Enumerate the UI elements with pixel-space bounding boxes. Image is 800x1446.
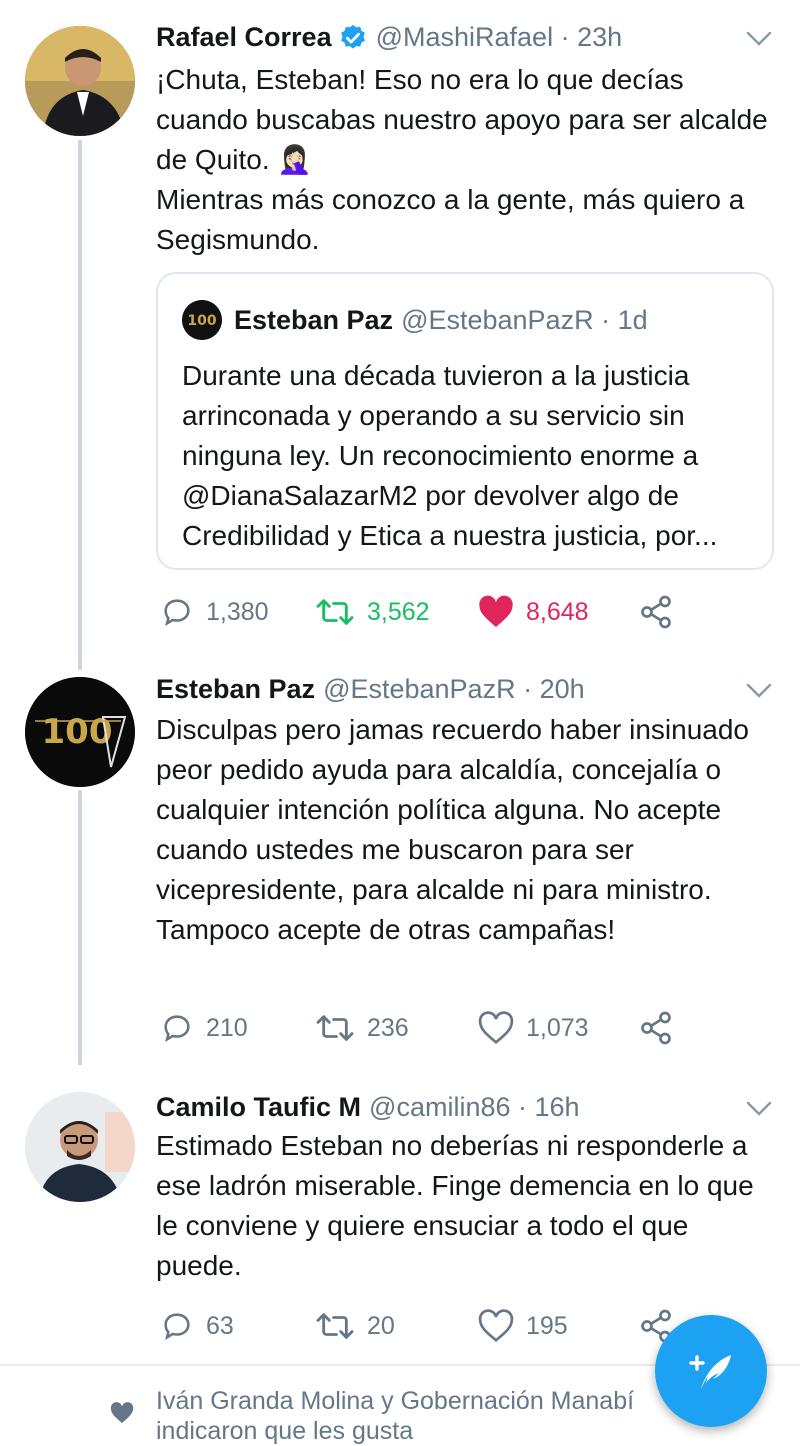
tweet-text: ¡Chuta, Esteban! Eso no era lo que decía… [156, 60, 776, 260]
tweet-actions: 1,380 3,562 8,648 [160, 592, 720, 632]
like-button[interactable]: 1,073 [478, 1008, 589, 1048]
retweet-button[interactable]: 236 [315, 1008, 409, 1048]
share-icon [641, 1011, 671, 1045]
retweet-icon [316, 599, 354, 625]
like-count: 195 [526, 1311, 568, 1340]
retweet-icon [316, 1015, 354, 1041]
quoted-text: Durante una década tuvieron a la justici… [182, 360, 718, 551]
author-handle: @MashiRafael · 23h [375, 22, 623, 52]
compose-icon [689, 1355, 731, 1389]
reply-count: 1,380 [206, 597, 269, 626]
quoted-header: 100 Esteban Paz @EstebanPazR · 1d [182, 300, 648, 340]
reply-count: 210 [206, 1013, 248, 1042]
like-icon [478, 1011, 514, 1044]
tweet-rafael-correa[interactable]: Rafael Correa @MashiRafael · 23h ¡Chuta,… [0, 0, 800, 670]
likes-notice-text: Iván Granda Molina y Gobernación Manabí … [156, 1387, 635, 1445]
reply-icon [164, 1015, 190, 1042]
retweet-count: 3,562 [367, 597, 430, 626]
like-button[interactable]: 8,648 [478, 592, 589, 632]
tweet-text: Estimado Esteban no deberías ni responde… [156, 1130, 754, 1281]
heart-small-icon [110, 1402, 134, 1423]
retweet-icon [316, 1313, 354, 1339]
like-count: 1,073 [526, 1013, 589, 1042]
retweet-button[interactable]: 3,562 [315, 592, 430, 632]
share-button[interactable] [638, 1008, 686, 1048]
verified-icon [340, 24, 365, 49]
author-handle: @EstebanPazR · 20h [323, 674, 585, 704]
retweet-count: 236 [367, 1013, 409, 1042]
author-name[interactable]: Camilo Taufic M [156, 1092, 361, 1123]
tweet-camilo-taufic[interactable]: Camilo Taufic M @camilin86 · 16h Estimad… [0, 1070, 800, 1366]
author-name[interactable]: Rafael Correa [156, 22, 332, 53]
tweet-header: Camilo Taufic M @camilin86 · 16h [156, 1092, 580, 1123]
tweet-text: Disculpas pero jamas recuerdo haber insi… [156, 714, 750, 945]
quoted-tweet[interactable]: 100 Esteban Paz @EstebanPazR · 1d Durant… [156, 272, 774, 570]
share-icon [641, 595, 671, 629]
reply-icon [164, 599, 190, 626]
reply-button[interactable]: 210 [160, 1008, 248, 1048]
caret-down-icon[interactable] [746, 1100, 772, 1118]
like-button[interactable]: 195 [478, 1306, 568, 1346]
svg-text:100: 100 [187, 313, 216, 329]
tweet-header: Esteban Paz @EstebanPazR · 20h [156, 674, 585, 705]
share-button[interactable] [638, 592, 686, 632]
tweet-esteban-paz[interactable]: 100 Esteban Paz @EstebanPazR · 20h Discu… [0, 652, 800, 1082]
retweet-button[interactable]: 20 [315, 1306, 395, 1346]
reply-button[interactable]: 1,380 [160, 592, 269, 632]
reply-icon [164, 1313, 190, 1340]
caret-down-icon[interactable] [746, 682, 772, 700]
reply-count: 63 [206, 1311, 234, 1340]
avatar[interactable]: 100 [25, 677, 135, 787]
reply-button[interactable]: 63 [160, 1306, 234, 1346]
tweet-actions: 210 236 1,073 [160, 1008, 720, 1048]
tweet-header: Rafael Correa @MashiRafael · 23h [156, 22, 622, 53]
svg-text:100: 100 [42, 712, 113, 752]
caret-down-icon[interactable] [746, 30, 772, 48]
quoted-avatar: 100 [182, 300, 222, 340]
tweet-actions: 63 20 195 [160, 1306, 720, 1346]
retweet-count: 20 [367, 1311, 395, 1340]
compose-button[interactable] [655, 1315, 767, 1427]
tweet-text-line: Mientras más conozco a la gente, más qui… [156, 184, 745, 255]
author-handle: @camilin86 · 16h [369, 1092, 580, 1122]
quoted-author-name: Esteban Paz [234, 304, 394, 335]
like-icon [478, 1309, 514, 1342]
avatar[interactable] [25, 1092, 135, 1202]
quoted-author-handle: @EstebanPazR · 1d [401, 304, 648, 335]
like-count: 8,648 [526, 597, 589, 626]
author-name[interactable]: Esteban Paz [156, 674, 315, 705]
like-icon [479, 595, 513, 627]
avatar[interactable] [25, 26, 135, 136]
tweet-text-line: ¡Chuta, Esteban! Eso no era lo que decía… [156, 64, 768, 175]
